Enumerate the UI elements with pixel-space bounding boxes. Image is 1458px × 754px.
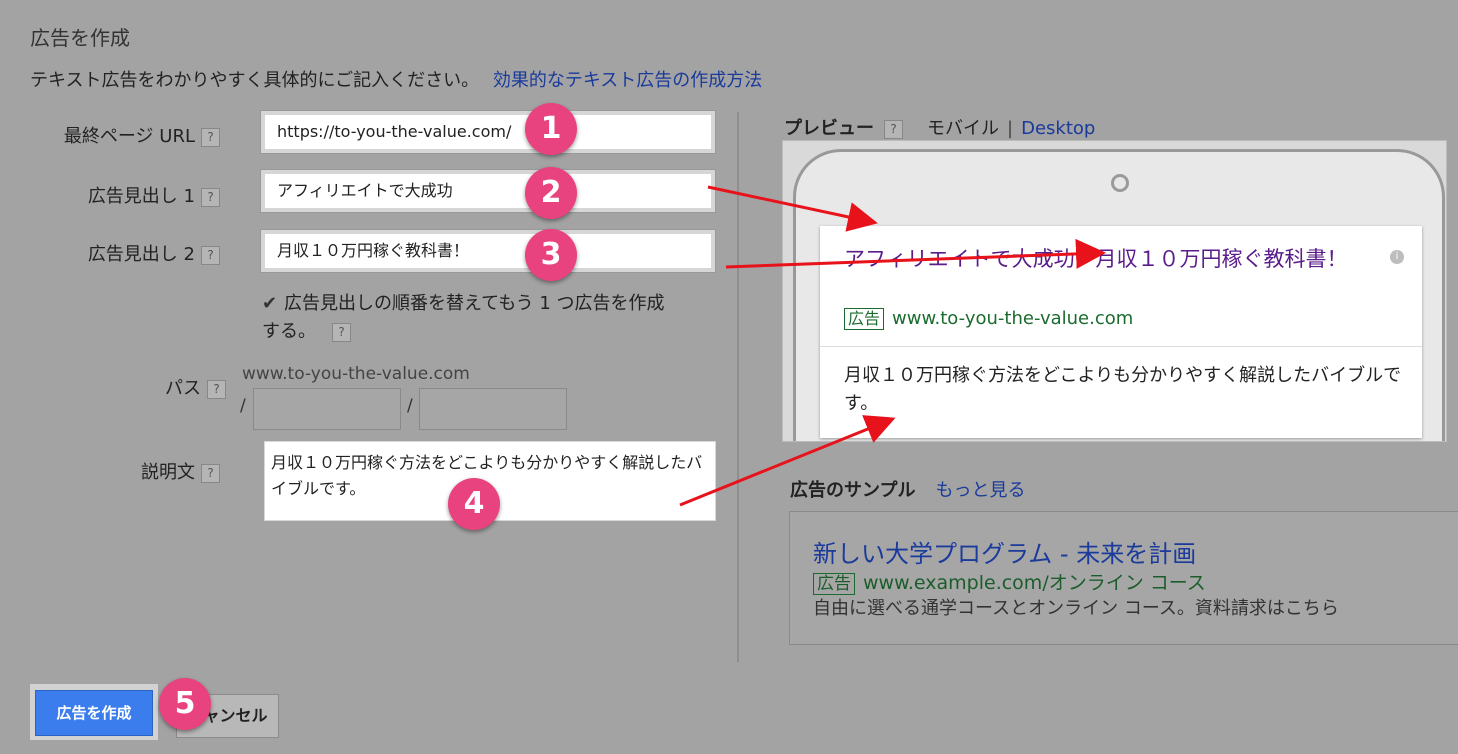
arrow-headline2 [725, 238, 1106, 269]
arrow-description [679, 415, 896, 507]
annotation-badge-2: 2 [525, 167, 577, 219]
annotation-arrows [679, 185, 1106, 507]
annotation-badge-4: 4 [448, 478, 500, 530]
arrow-headline1 [707, 185, 878, 232]
annotation-badge-3: 3 [525, 229, 577, 281]
annotation-badge-5: 5 [159, 678, 211, 730]
annotation-badge-1: 1 [525, 103, 577, 155]
